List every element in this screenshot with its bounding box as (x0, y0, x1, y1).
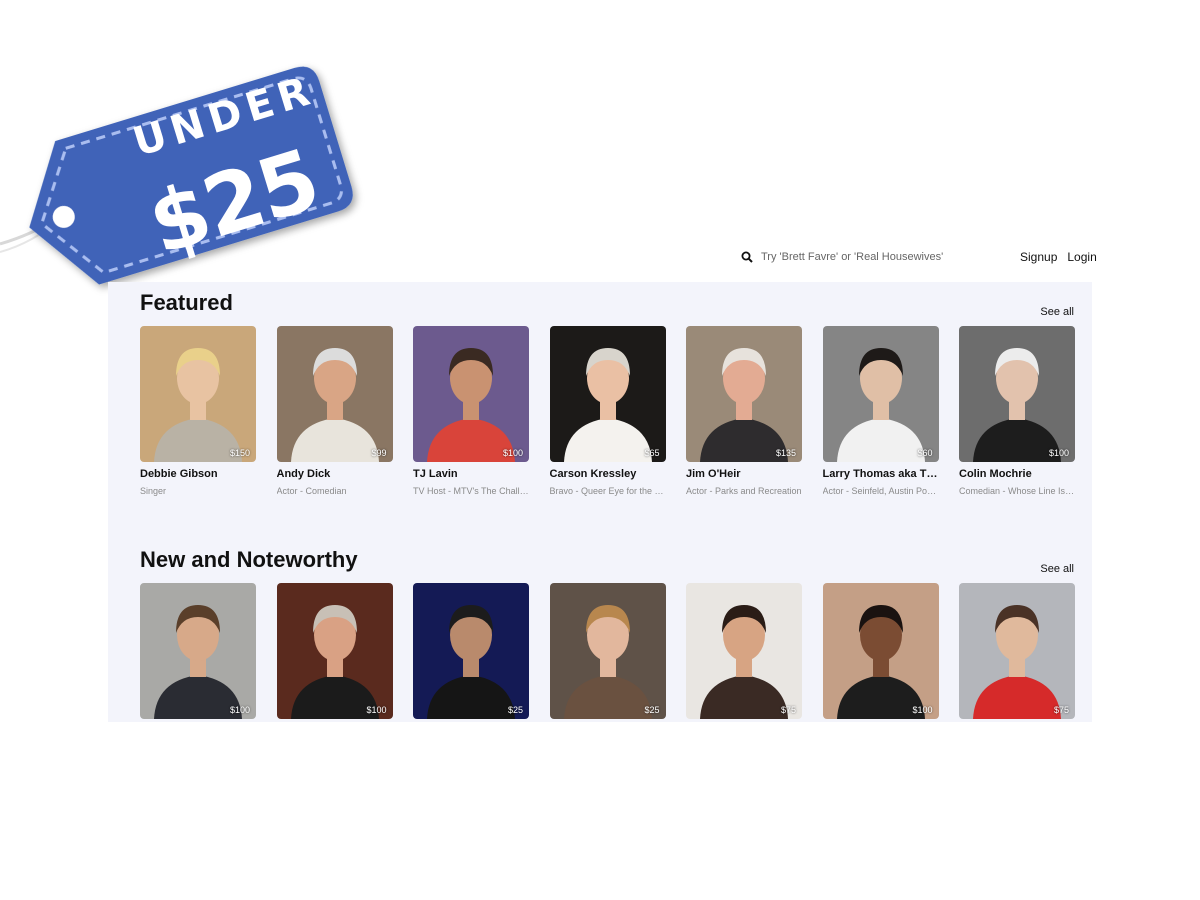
card-photo[interactable]: $75 (959, 583, 1075, 719)
featured-card[interactable]: $150 Debbie Gibson Singer (140, 326, 256, 496)
person-photo (549, 583, 666, 719)
person-photo (140, 583, 256, 719)
price-badge: $60 (917, 448, 933, 458)
person-photo (822, 326, 939, 462)
card-photo[interactable]: $65 (549, 326, 666, 462)
card-photo[interactable]: $25 (413, 583, 529, 719)
card-description: TV Host - MTV's The Challenge (413, 486, 529, 496)
price-badge: $150 (229, 448, 250, 458)
signup-link[interactable]: Signup (1020, 250, 1057, 264)
featured-see-all-link[interactable]: See all (1040, 306, 1074, 318)
featured-card[interactable]: $60 Larry Thomas aka The Soup Nazi Actor -… (822, 326, 939, 496)
noteworthy-card[interactable]: $75 (686, 583, 802, 719)
person-photo (822, 583, 939, 719)
card-description: Singer (140, 486, 167, 496)
price-badge: $100 (229, 705, 250, 715)
search-box[interactable] (732, 242, 1010, 272)
person-photo (686, 326, 802, 462)
card-name[interactable]: Debbie Gibson (140, 468, 256, 480)
noteworthy-row: $100 $100 $25 $25 $75 $100 $75 (140, 583, 1092, 719)
search-icon (741, 251, 753, 263)
card-name[interactable]: Carson Kressley (550, 468, 666, 480)
card-photo[interactable]: $25 (549, 583, 666, 719)
card-name[interactable]: Colin Mochrie (959, 468, 1075, 480)
price-badge: $75 (780, 705, 796, 715)
price-badge: $100 (912, 705, 933, 715)
person-photo (686, 583, 802, 719)
card-photo[interactable]: $100 (413, 326, 529, 462)
noteworthy-card[interactable]: $100 (822, 583, 939, 719)
card-description: Comedian - Whose Line Is It Anyway (959, 486, 1075, 496)
card-photo[interactable]: $60 (822, 326, 939, 462)
card-description: Actor - Parks and Recreation (686, 486, 802, 496)
noteworthy-card[interactable]: $25 (549, 583, 666, 719)
price-badge: $100 (1048, 448, 1069, 458)
price-badge: $25 (644, 705, 660, 715)
card-photo[interactable]: $135 (686, 326, 802, 462)
price-badge: $99 (371, 448, 387, 458)
person-photo (140, 326, 256, 462)
search-input[interactable] (761, 251, 1001, 263)
featured-card[interactable]: $65 Carson Kressley Bravo - Queer Eye for … (549, 326, 666, 496)
card-photo[interactable]: $100 (276, 583, 393, 719)
person-photo (959, 326, 1075, 462)
person-photo (276, 583, 393, 719)
card-description: Actor - Seinfeld, Austin Powers (822, 486, 939, 496)
card-description: Bravo - Queer Eye for the Straight Guy (549, 486, 666, 496)
price-badge: $75 (1053, 705, 1069, 715)
price-badge: $100 (502, 448, 523, 458)
card-photo[interactable]: $100 (140, 583, 256, 719)
card-photo[interactable]: $100 (959, 326, 1075, 462)
person-photo (413, 583, 529, 719)
card-photo[interactable]: $75 (686, 583, 802, 719)
price-badge: $135 (775, 448, 796, 458)
top-bar: Signup Login (732, 242, 1104, 272)
featured-row: $150 Debbie Gibson Singer $99 Andy Dick Actor… (140, 326, 1092, 496)
noteworthy-card[interactable]: $100 (276, 583, 393, 719)
noteworthy-card[interactable]: $100 (140, 583, 256, 719)
featured-card[interactable]: $135 Jim O'Heir Actor - Parks and Recreati… (686, 326, 802, 496)
price-tag-graphic: UNDER $25 (0, 30, 380, 300)
card-name[interactable]: TJ Lavin (413, 468, 529, 480)
price-badge: $65 (644, 448, 660, 458)
featured-card[interactable]: $100 Colin Mochrie Comedian - Whose Line I… (959, 326, 1075, 496)
card-description: Actor - Comedian (276, 486, 347, 496)
featured-card[interactable]: $100 TJ Lavin TV Host - MTV's The Challeng… (413, 326, 529, 496)
person-photo (959, 583, 1075, 719)
person-photo (413, 326, 529, 462)
card-photo[interactable]: $100 (822, 583, 939, 719)
person-photo (549, 326, 666, 462)
card-name[interactable]: Jim O'Heir (686, 468, 802, 480)
card-photo[interactable]: $99 (276, 326, 393, 462)
noteworthy-see-all-link[interactable]: See all (1040, 563, 1074, 575)
featured-title: Featured (140, 290, 233, 315)
price-badge: $100 (366, 705, 387, 715)
price-badge: $25 (507, 705, 523, 715)
noteworthy-card[interactable]: $75 (959, 583, 1075, 719)
login-link[interactable]: Login (1067, 250, 1096, 264)
person-photo (276, 326, 393, 462)
card-name[interactable]: Larry Thomas aka The Soup Nazi (823, 468, 939, 480)
card-name[interactable]: Andy Dick (277, 468, 393, 480)
featured-card[interactable]: $99 Andy Dick Actor - Comedian (276, 326, 393, 496)
content-panel: Featured See all $150 Debbie Gibson Singer… (108, 282, 1092, 722)
card-photo[interactable]: $150 (140, 326, 256, 462)
noteworthy-title: New and Noteworthy (140, 547, 358, 572)
noteworthy-card[interactable]: $25 (413, 583, 529, 719)
